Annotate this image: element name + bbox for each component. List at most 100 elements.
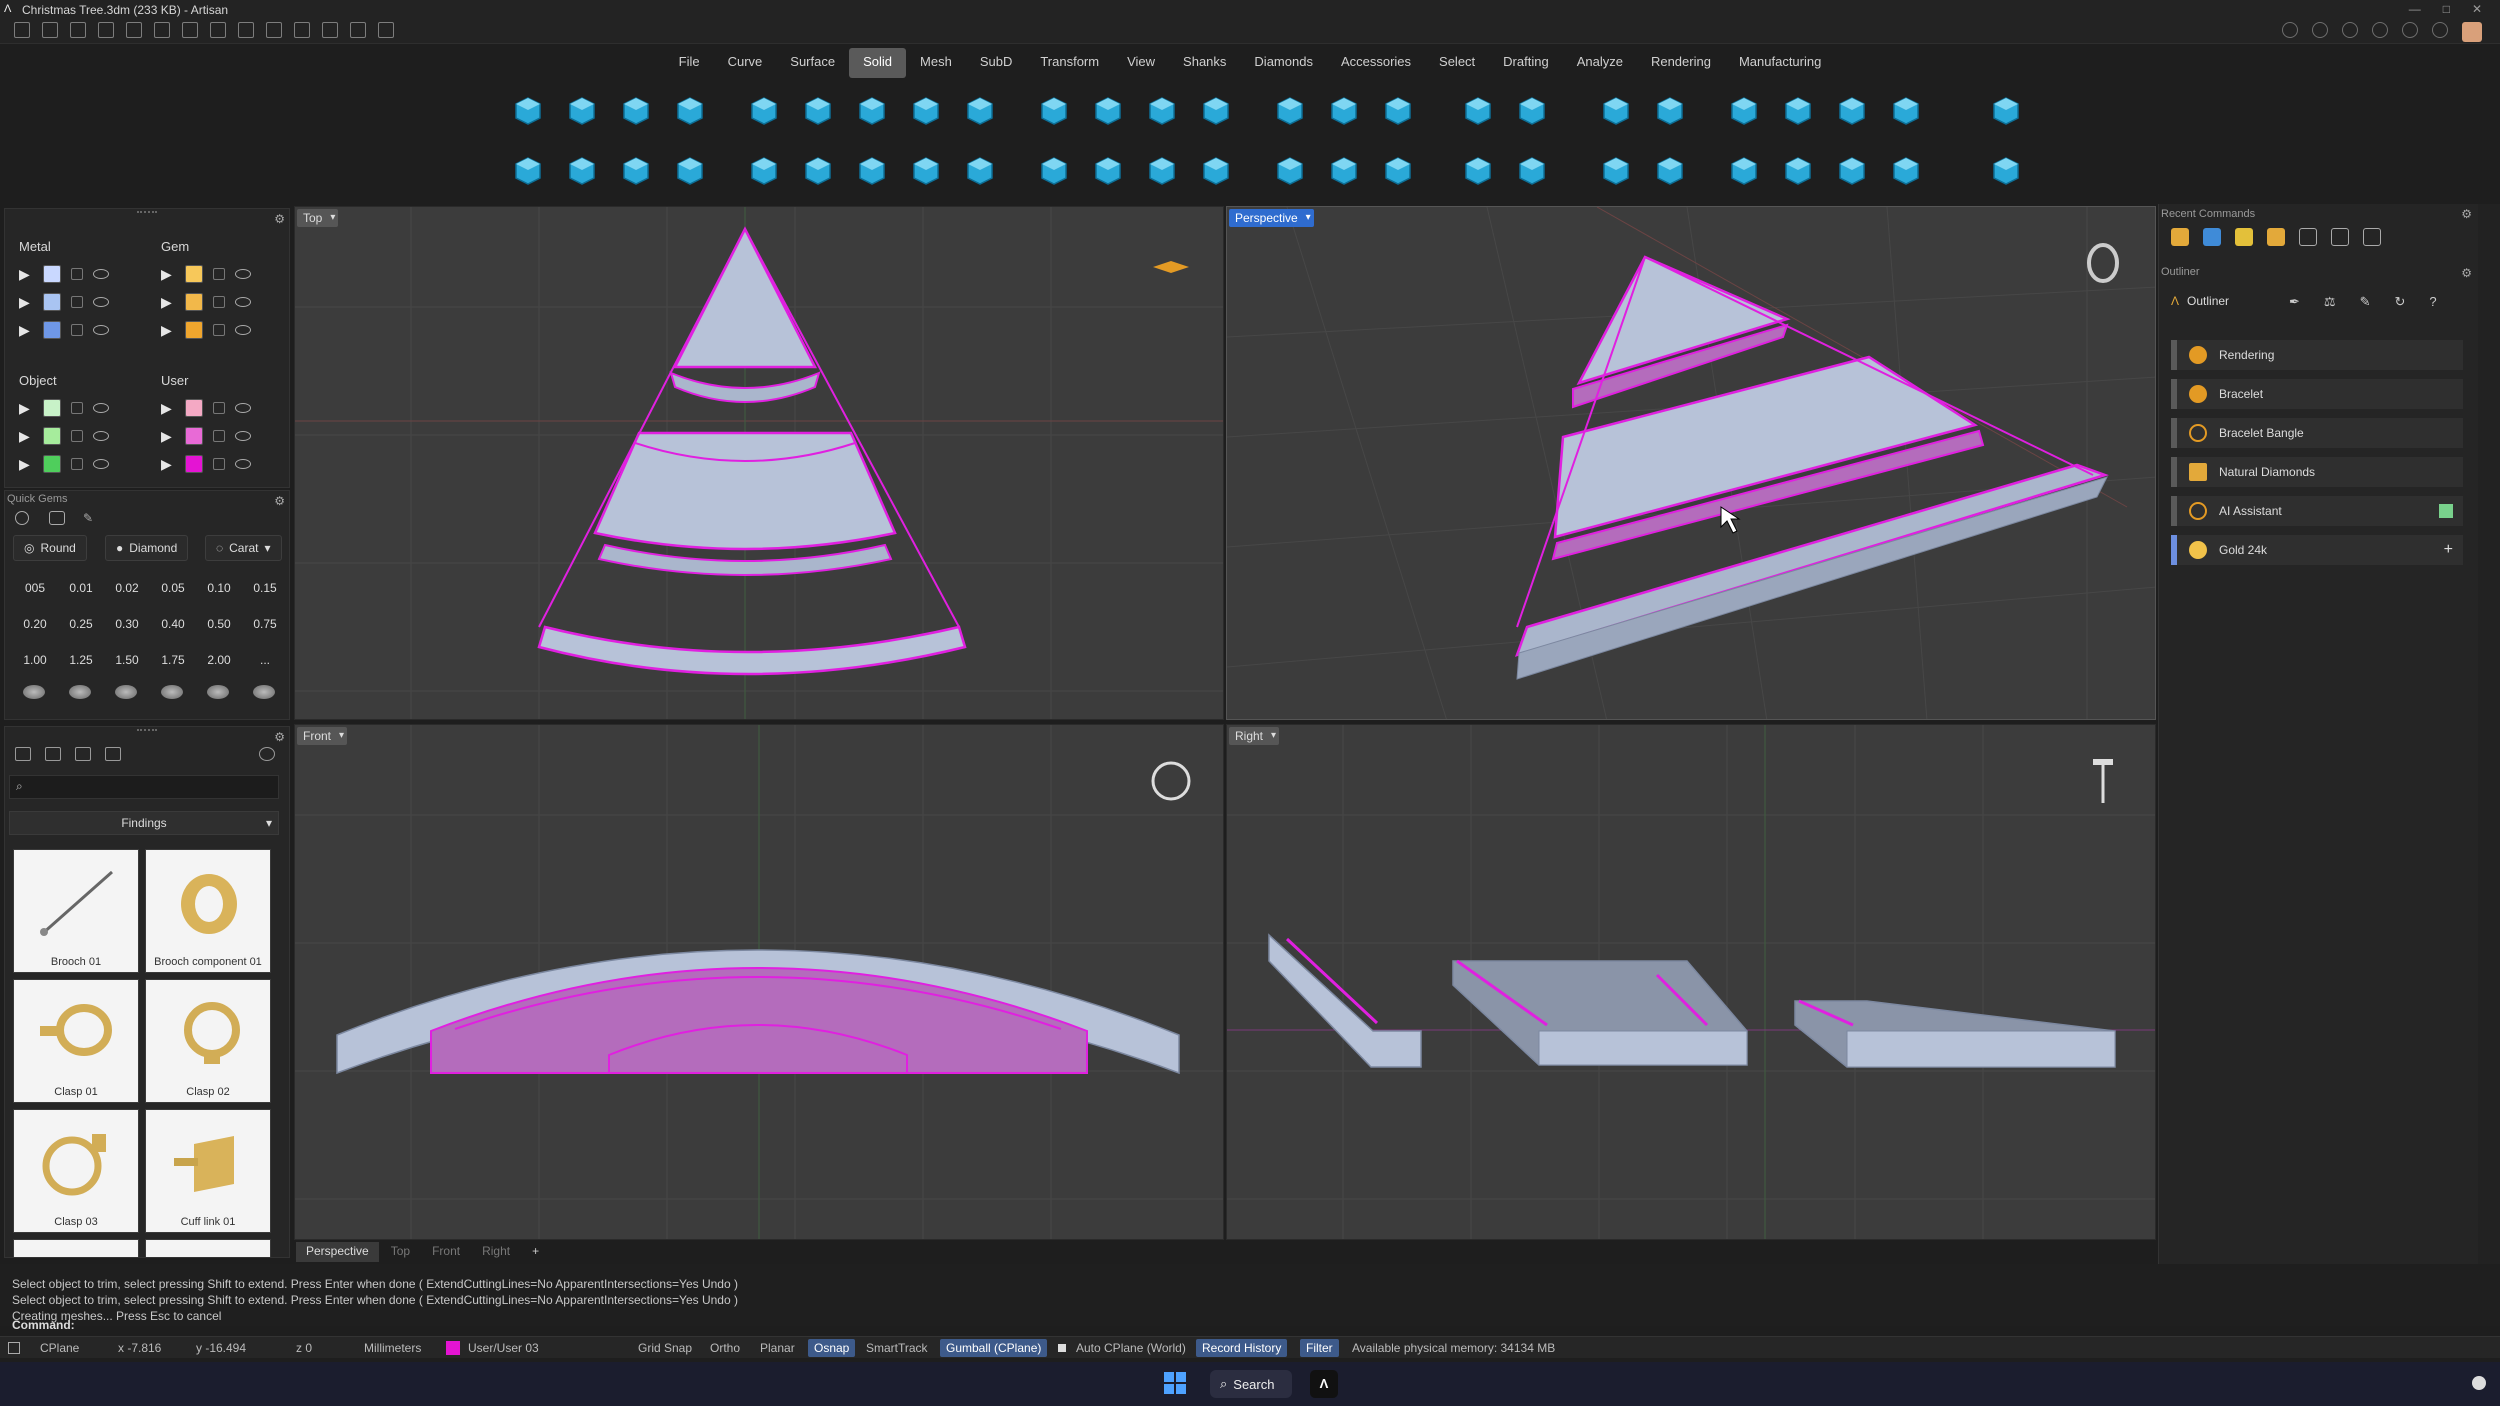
cylinder-tool-icon[interactable] bbox=[564, 92, 600, 128]
refresh-icon[interactable] bbox=[259, 747, 275, 761]
new-template-icon[interactable] bbox=[42, 22, 58, 38]
close-button[interactable]: ✕ bbox=[2472, 2, 2482, 16]
gem-cut-shape-icon[interactable] bbox=[69, 685, 91, 699]
cylinder-tool-icon[interactable] bbox=[564, 152, 600, 188]
library-item-clasp-03[interactable]: Clasp 03 bbox=[13, 1109, 139, 1233]
gem-cut-shape-icon[interactable] bbox=[115, 685, 137, 699]
menu-view[interactable]: View bbox=[1113, 48, 1169, 78]
truncated-cone-tool-icon[interactable] bbox=[854, 92, 890, 128]
gumball-tool-icon[interactable] bbox=[1834, 92, 1870, 128]
fillet-edge-tool-icon[interactable] bbox=[1272, 152, 1308, 188]
add-folder-icon[interactable] bbox=[45, 747, 61, 761]
lock-icon[interactable] bbox=[213, 402, 225, 414]
import-icon[interactable] bbox=[266, 22, 282, 38]
extract-tool-icon[interactable] bbox=[1652, 152, 1688, 188]
lock-icon[interactable] bbox=[71, 268, 83, 280]
gem-unit-select[interactable]: ◌ Carat ▾ bbox=[205, 535, 282, 561]
library-item-brooch-component-01[interactable]: Brooch component 01 bbox=[145, 849, 271, 973]
help-icon[interactable] bbox=[2282, 22, 2298, 38]
settings-gear-icon[interactable]: ⚙ bbox=[274, 494, 285, 508]
minimize-button[interactable]: — bbox=[2409, 2, 2421, 16]
gem-cut-shape-icon[interactable] bbox=[161, 685, 183, 699]
lock-icon[interactable] bbox=[71, 296, 83, 308]
maximize-button[interactable]: □ bbox=[2443, 2, 2450, 16]
lock-icon[interactable] bbox=[71, 458, 83, 470]
cloud-icon[interactable] bbox=[2342, 22, 2358, 38]
gem-size-cell[interactable]: 005 bbox=[15, 575, 55, 601]
lock-icon[interactable] bbox=[71, 324, 83, 336]
folder-icon[interactable] bbox=[15, 747, 31, 761]
cone-tool-icon[interactable] bbox=[800, 152, 836, 188]
account-icon[interactable] bbox=[2432, 22, 2448, 38]
pin-icon[interactable]: ✒ bbox=[2289, 294, 2300, 310]
solid-tools-tool-icon[interactable] bbox=[1888, 152, 1924, 188]
menu-manufacturing[interactable]: Manufacturing bbox=[1725, 48, 1835, 78]
layer-color-swatch[interactable] bbox=[185, 321, 203, 339]
osnap-toggle[interactable]: Osnap bbox=[808, 1339, 856, 1357]
array-tool-icon[interactable] bbox=[1988, 92, 2024, 128]
split-tool-icon[interactable] bbox=[1726, 92, 1762, 128]
ortho-toggle[interactable]: Ortho bbox=[710, 1341, 740, 1355]
gem-size-cell[interactable]: 2.00 bbox=[199, 647, 239, 673]
plugin-icon[interactable] bbox=[350, 22, 366, 38]
windows-start-icon[interactable] bbox=[1164, 1372, 1186, 1394]
layer-row[interactable]: ▶ bbox=[161, 453, 251, 475]
gem-size-cell[interactable]: 1.00 bbox=[15, 647, 55, 673]
cap-tool-icon[interactable] bbox=[1598, 152, 1634, 188]
layer-color-swatch[interactable] bbox=[43, 265, 61, 283]
box-edit-tool-icon[interactable] bbox=[746, 92, 782, 128]
revolve-tool-icon[interactable] bbox=[1036, 92, 1072, 128]
play-icon[interactable]: ▶ bbox=[161, 400, 175, 417]
gem-size-cell[interactable]: 0.02 bbox=[107, 575, 147, 601]
box-edit-tool-icon[interactable] bbox=[746, 152, 782, 188]
menu-select[interactable]: Select bbox=[1425, 48, 1489, 78]
undo-icon[interactable] bbox=[126, 22, 142, 38]
ring-icon[interactable] bbox=[2087, 243, 2119, 283]
settings-gear-icon[interactable]: ⚙ bbox=[2461, 266, 2472, 280]
layer-row[interactable]: ▶ bbox=[161, 291, 251, 313]
gem-cut-shape-icon[interactable] bbox=[207, 685, 229, 699]
play-icon[interactable]: ▶ bbox=[19, 294, 33, 311]
offset-solid-tool-icon[interactable] bbox=[1380, 152, 1416, 188]
menu-diamonds[interactable]: Diamonds bbox=[1240, 48, 1327, 78]
layer-color-swatch[interactable] bbox=[43, 399, 61, 417]
tab-perspective[interactable]: Perspective bbox=[296, 1242, 379, 1262]
tab-front[interactable]: Front bbox=[422, 1242, 470, 1262]
gem-cut-shape-icon[interactable] bbox=[253, 685, 275, 699]
library-category-select[interactable]: Findings ▾ bbox=[9, 811, 279, 835]
open-folder-icon[interactable] bbox=[98, 22, 114, 38]
layer-color-swatch[interactable] bbox=[185, 265, 203, 283]
library-search-input[interactable]: ⌕ bbox=[9, 775, 279, 799]
revolve-tool-icon[interactable] bbox=[1036, 152, 1072, 188]
gem-cut-shape-icon[interactable] bbox=[23, 685, 45, 699]
eye-icon[interactable] bbox=[235, 431, 251, 441]
eye-icon[interactable] bbox=[93, 431, 109, 441]
eye-icon[interactable] bbox=[235, 269, 251, 279]
viewport-front[interactable]: Front bbox=[294, 724, 1224, 1240]
outliner-item-gold-24k[interactable]: Gold 24k + bbox=[2171, 535, 2463, 565]
avatar[interactable] bbox=[2462, 22, 2482, 42]
tab-right[interactable]: Right bbox=[472, 1242, 520, 1262]
grid-snap-toggle[interactable]: Grid Snap bbox=[638, 1341, 692, 1355]
lock-icon[interactable] bbox=[213, 324, 225, 336]
gem-cut-select[interactable]: ● Diamond bbox=[105, 535, 189, 561]
layer-row[interactable]: ▶ bbox=[19, 263, 109, 285]
fillet-edge-tool-icon[interactable] bbox=[1272, 92, 1308, 128]
boolean-difference-tool-icon[interactable] bbox=[1198, 152, 1234, 188]
ellipsoid-tool-icon[interactable] bbox=[618, 92, 654, 128]
library-item-partial[interactable] bbox=[145, 1239, 271, 1257]
lock-icon[interactable] bbox=[213, 268, 225, 280]
play-icon[interactable]: ▶ bbox=[161, 456, 175, 473]
play-icon[interactable]: ▶ bbox=[161, 322, 175, 339]
command-input[interactable]: Command: bbox=[0, 1318, 2500, 1332]
status-cplane[interactable]: CPlane bbox=[40, 1341, 79, 1355]
gem-size-cell[interactable]: 1.25 bbox=[61, 647, 101, 673]
sphere-cap-tool-icon[interactable] bbox=[1090, 92, 1126, 128]
play-icon[interactable]: ▶ bbox=[161, 428, 175, 445]
panel-grip[interactable] bbox=[137, 729, 157, 733]
status-units[interactable]: Millimeters bbox=[364, 1341, 421, 1355]
recent-command-icon[interactable] bbox=[2267, 228, 2285, 246]
status-layer[interactable]: User/User 03 bbox=[468, 1341, 539, 1355]
lock-icon[interactable] bbox=[71, 430, 83, 442]
layer-color-swatch[interactable] bbox=[43, 427, 61, 445]
